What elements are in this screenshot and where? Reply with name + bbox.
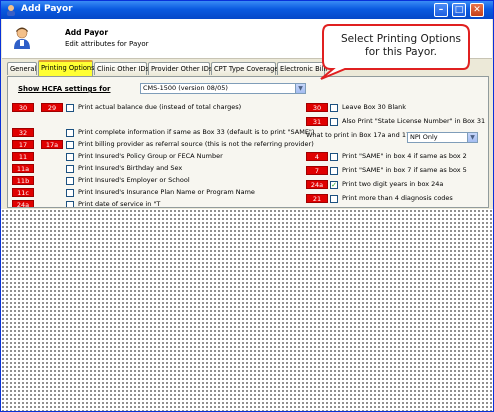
option-checkbox[interactable] bbox=[66, 141, 74, 149]
box-badge: 11c bbox=[12, 188, 34, 197]
option-label: Print Insured's Policy Group or FECA Num… bbox=[78, 152, 223, 160]
chevron-down-icon[interactable]: ▼ bbox=[295, 84, 305, 93]
option-checkbox[interactable] bbox=[66, 201, 74, 207]
torn-area bbox=[1, 209, 493, 411]
box-badge: 29 bbox=[41, 103, 63, 112]
add-payor-window: Add Payor – □ ✕ Add Payor Edit attribute… bbox=[0, 0, 494, 412]
option-checkbox[interactable] bbox=[66, 189, 74, 197]
option-label: Print billing provider as referral sourc… bbox=[78, 140, 314, 148]
hcfa-form-select-value: CMS-1500 (version 08/05) bbox=[143, 84, 228, 92]
box-badge: 17 bbox=[12, 140, 34, 149]
option-checkbox[interactable] bbox=[66, 129, 74, 137]
payor-window-icon bbox=[7, 5, 15, 16]
box-badge: 4 bbox=[306, 152, 328, 161]
option-label: Print "SAME" in box 7 if same as box 5 bbox=[342, 166, 467, 174]
tab-electronic-billing[interactable]: Electronic Billi bbox=[277, 62, 327, 75]
option-label: Print two digit years in box 24a bbox=[342, 180, 444, 188]
option-checkbox[interactable] bbox=[330, 153, 338, 161]
box-badge: 32 bbox=[12, 128, 34, 137]
tab-printing-options[interactable]: Printing Options bbox=[38, 60, 95, 76]
box-badge: 17a bbox=[41, 140, 63, 149]
option-checkbox[interactable] bbox=[66, 104, 74, 112]
option-label: Print Insured's Insurance Plan Name or P… bbox=[78, 188, 255, 196]
box-badge: 21 bbox=[306, 194, 328, 203]
option-checkbox[interactable] bbox=[330, 195, 338, 203]
callout-text: Select Printing Options for this Payor. bbox=[341, 33, 461, 58]
box-badge: 24a bbox=[306, 180, 328, 189]
maximize-button[interactable]: □ bbox=[452, 3, 466, 17]
callout-annotation: Select Printing Options for this Payor. bbox=[319, 21, 473, 81]
hcfa-form-select[interactable]: CMS-1500 (version 08/05) ▼ bbox=[140, 83, 306, 94]
option-label: Leave Box 30 Blank bbox=[342, 103, 407, 111]
tab-provider-other-ids[interactable]: Provider Other IDs bbox=[148, 62, 212, 75]
person-icon bbox=[14, 27, 30, 49]
box-badge: 11b bbox=[12, 176, 34, 185]
box17-label: What to print in Box 17a and 17b bbox=[306, 131, 415, 139]
box-badge: 31 bbox=[306, 117, 328, 126]
option-checkbox[interactable] bbox=[330, 104, 338, 112]
option-checkbox[interactable] bbox=[66, 177, 74, 185]
box-badge: 30 bbox=[306, 103, 328, 112]
tab-general[interactable]: General bbox=[7, 62, 37, 75]
option-label: Print actual balance due (instead of tot… bbox=[78, 103, 242, 111]
box-badge: 30 bbox=[12, 103, 34, 112]
box-badge: 7 bbox=[306, 166, 328, 175]
window-title: Add Payor bbox=[21, 4, 73, 14]
box17-select[interactable]: NPI Only ▼ bbox=[407, 132, 478, 143]
tab-clinic-other-ids[interactable]: Clinic Other IDs bbox=[94, 62, 149, 75]
chevron-down-icon[interactable]: ▼ bbox=[467, 133, 477, 142]
option-label: Print complete information if same as Bo… bbox=[78, 128, 315, 136]
show-hcfa-label: Show HCFA settings for bbox=[18, 85, 111, 93]
option-checkbox[interactable] bbox=[330, 118, 338, 126]
option-label: Print "SAME" in box 4 if same as box 2 bbox=[342, 152, 467, 160]
box17-select-value: NPI Only bbox=[410, 133, 438, 141]
printing-options-panel: Show HCFA settings for CMS-1500 (version… bbox=[7, 76, 489, 208]
minimize-button[interactable]: – bbox=[434, 3, 448, 17]
option-label: Also Print "State License Number" in Box… bbox=[342, 117, 486, 125]
option-checkbox[interactable] bbox=[66, 165, 74, 173]
box-badge: 24a bbox=[12, 200, 34, 207]
box-badge: 11 bbox=[12, 152, 34, 161]
option-label: Print more than 4 diagnosis codes bbox=[342, 194, 453, 202]
title-bar[interactable]: Add Payor – □ ✕ bbox=[1, 1, 493, 19]
option-label: Print date of service in "T bbox=[78, 200, 161, 208]
option-label: Print Insured's Birthday and Sex bbox=[78, 164, 183, 172]
option-checkbox-checked[interactable]: ✓ bbox=[330, 181, 338, 189]
box-badge: 11a bbox=[12, 164, 34, 173]
header-subtitle: Edit attributes for Payor bbox=[65, 40, 149, 48]
option-checkbox[interactable] bbox=[330, 167, 338, 175]
tab-cpt-type-coverage[interactable]: CPT Type Coverage bbox=[211, 62, 278, 75]
close-button[interactable]: ✕ bbox=[470, 3, 484, 17]
option-checkbox[interactable] bbox=[66, 153, 74, 161]
option-label: Print Insured's Employer or School bbox=[78, 176, 190, 184]
header-title: Add Payor bbox=[65, 28, 109, 37]
